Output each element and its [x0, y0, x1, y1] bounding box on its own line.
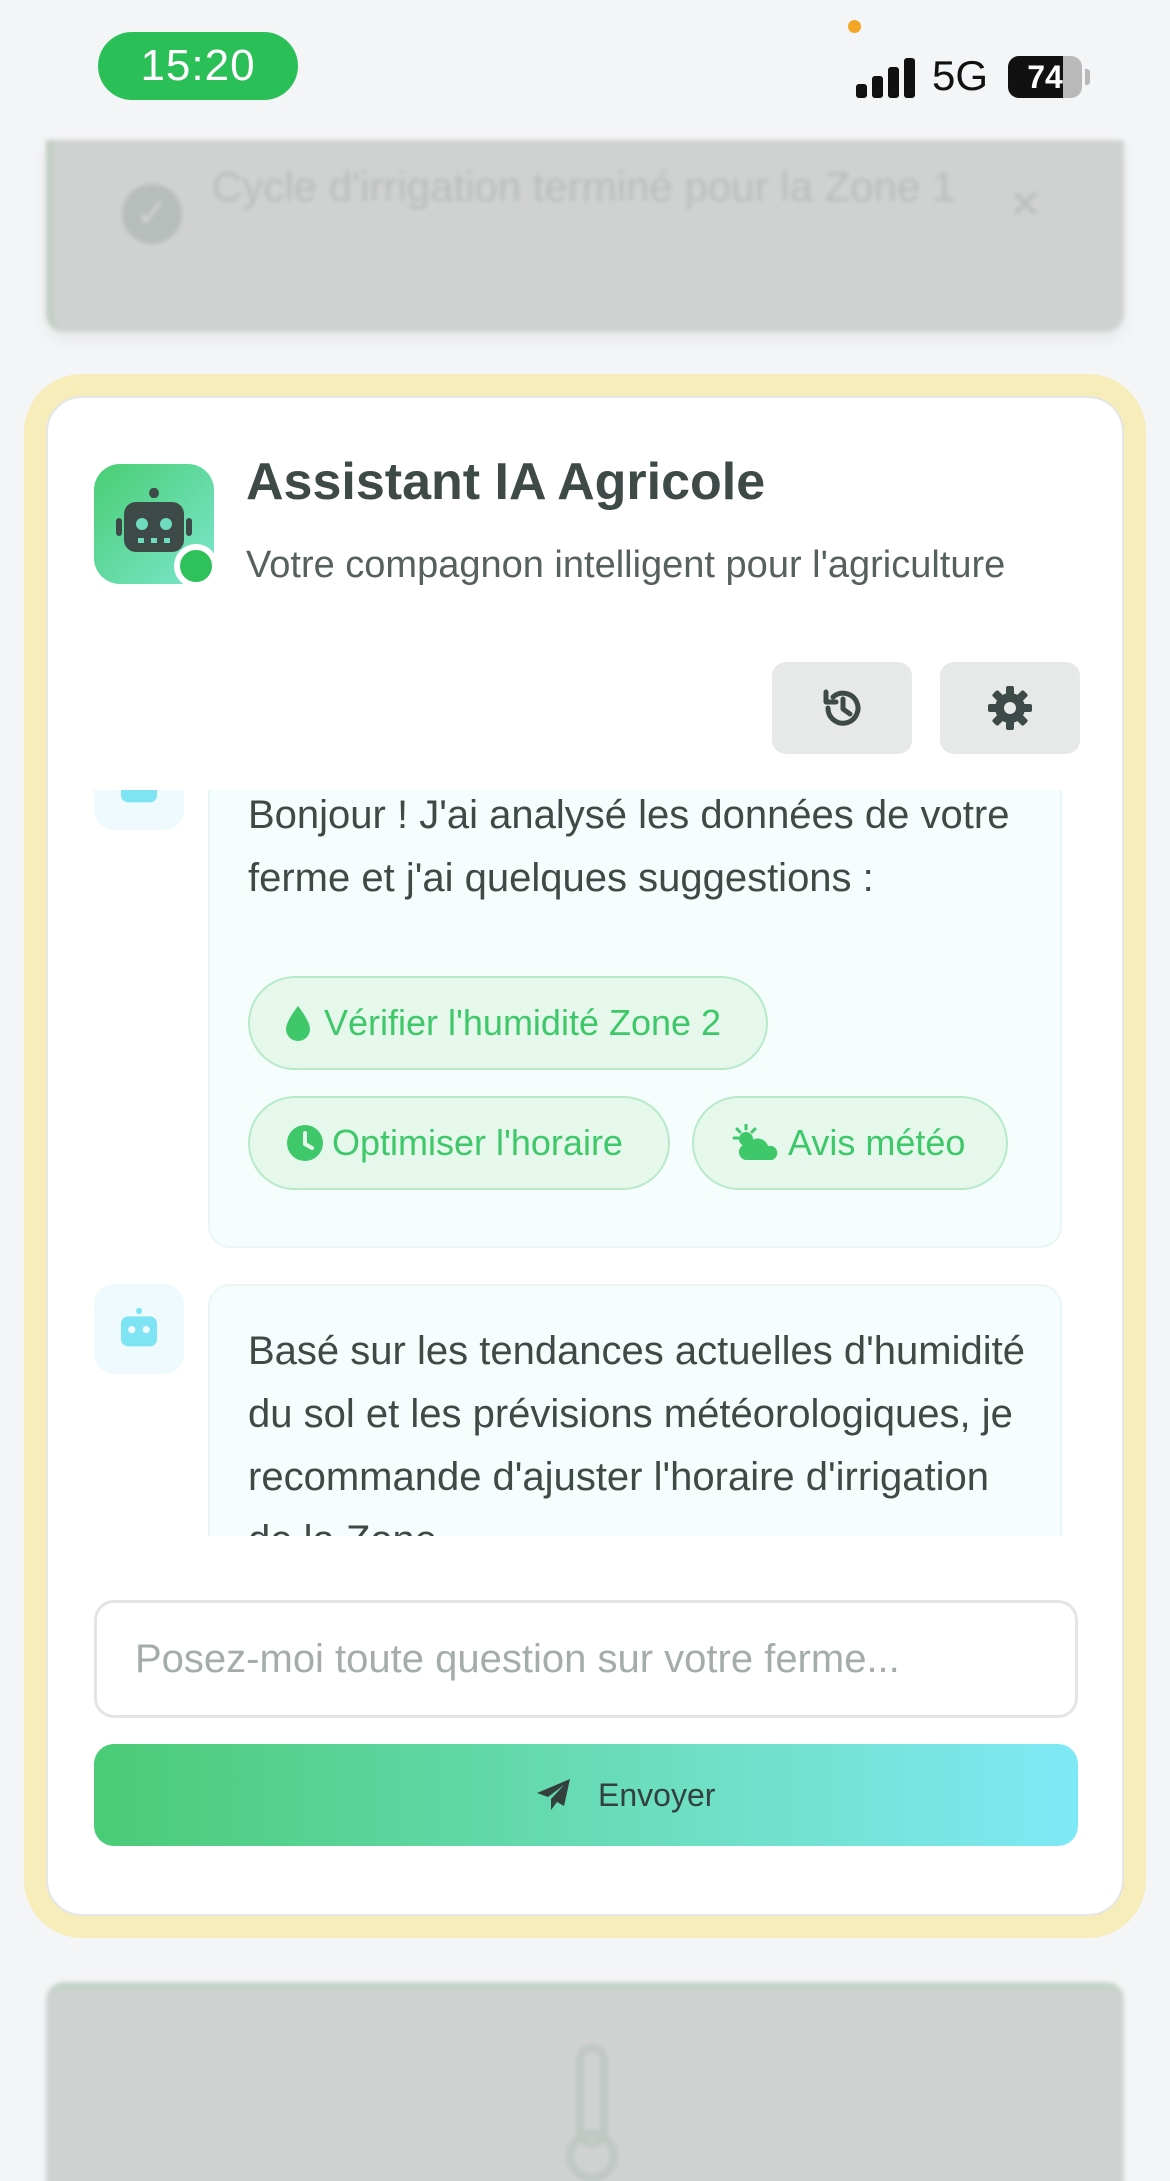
background-sensor-card: [46, 1982, 1124, 2181]
suggestion-chip-humidity[interactable]: Vérifier l'humidité Zone 2: [248, 976, 768, 1070]
bot-message-bubble: Bonjour ! J'ai analysé les données de vo…: [208, 790, 1062, 1248]
bot-message-text: Bonjour ! J'ai analysé les données de vo…: [248, 793, 1010, 900]
history-icon: [823, 689, 861, 726]
chat-messages[interactable]: Bonjour ! J'ai analysé les données de vo…: [48, 790, 1122, 1536]
suggestion-label: Vérifier l'humidité Zone 2: [324, 1002, 722, 1043]
close-icon: ✕: [1008, 183, 1042, 227]
suggestion-label: Optimiser l'horaire: [332, 1122, 623, 1163]
bot-avatar: [94, 790, 184, 830]
suggestion-label: Avis météo: [788, 1122, 966, 1163]
droplet-icon: [286, 1006, 310, 1041]
settings-button[interactable]: [940, 662, 1080, 754]
robot-icon: [116, 488, 192, 552]
background-notification: ✓ Cycle d'irrigation terminé pour la Zon…: [46, 140, 1124, 332]
online-status-dot: [174, 544, 218, 588]
bot-message-text: Basé sur les tendances actuelles d'humid…: [248, 1329, 1025, 1536]
chat-input[interactable]: [94, 1600, 1078, 1718]
assistant-subtitle: Votre compagnon intelligent pour l'agric…: [246, 544, 1006, 586]
assistant-card: Assistant IA Agricole Votre compagnon in…: [46, 396, 1124, 1916]
send-button[interactable]: Envoyer: [94, 1744, 1078, 1846]
bot-message-bubble: Basé sur les tendances actuelles d'humid…: [208, 1284, 1062, 1536]
notification-text: Cycle d'irrigation terminé pour la Zone …: [212, 163, 956, 210]
screen: 15:20 5G 74 ✓ Cycle d'irrigation terminé…: [0, 0, 1170, 2181]
network-type: 5G: [932, 52, 989, 99]
send-label: Envoyer: [598, 1777, 716, 1813]
battery-tip: [1085, 69, 1090, 85]
cloud-sun-icon: [732, 1124, 778, 1160]
gear-icon: [988, 686, 1032, 730]
check-circle-icon: ✓: [122, 184, 182, 244]
assistant-toolbar: [48, 662, 1122, 754]
privacy-indicator-dot: [848, 20, 861, 33]
thermometer-icon: [566, 2044, 618, 2181]
battery-level: 74: [1008, 56, 1082, 98]
history-button[interactable]: [772, 662, 912, 754]
robot-icon: [121, 1308, 157, 1347]
clock-icon: [287, 1125, 323, 1161]
paper-plane-icon: [537, 1779, 570, 1810]
signal-icon: [856, 56, 916, 98]
assistant-card-highlight: Assistant IA Agricole Votre compagnon in…: [24, 374, 1146, 1938]
assistant-title: Assistant IA Agricole: [246, 453, 766, 511]
robot-icon: [121, 790, 157, 803]
suggestion-chip-weather[interactable]: Avis météo: [692, 1096, 1008, 1190]
status-time: 15:20: [98, 32, 298, 100]
battery-icon: 74: [1008, 56, 1090, 98]
bot-avatar: [94, 1284, 184, 1374]
status-bar: 15:20 5G 74: [0, 0, 1170, 140]
suggestion-chip-schedule[interactable]: Optimiser l'horaire: [248, 1096, 670, 1190]
